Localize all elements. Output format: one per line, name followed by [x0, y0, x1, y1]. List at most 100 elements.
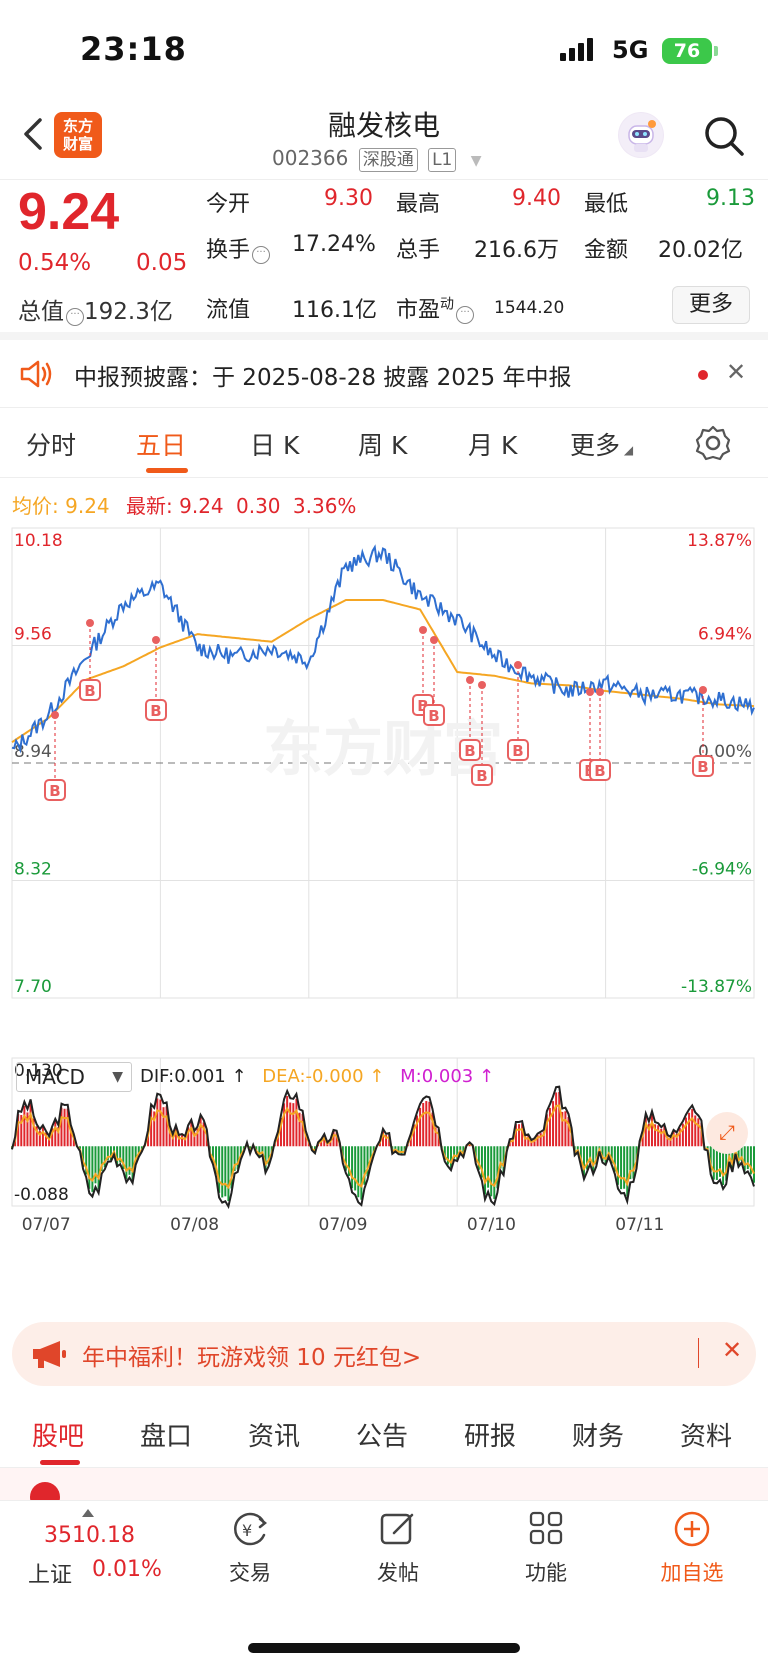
index-name[interactable]: 上证 [28, 1557, 72, 1589]
y-tick-left: 9.56 [14, 625, 52, 645]
quote-panel: 9.24 0.54% 0.05 总值 ··· 192.3亿 今开 9.30 最高 9… [0, 182, 768, 340]
tab-research[interactable]: 研报 [464, 1416, 516, 1453]
amount-value: 20.02亿 [658, 238, 743, 263]
close-icon[interactable]: ✕ [726, 358, 746, 386]
volume-value: 216.6万 [474, 238, 559, 263]
avg-value: 9.24 [65, 494, 110, 518]
tab-guba[interactable]: 股吧 [32, 1416, 84, 1453]
turnover-value: 17.24% [292, 232, 376, 257]
low-label: 最低 [584, 192, 629, 217]
tab-daily-k[interactable]: 日 K [250, 426, 299, 462]
market-cap-value: 192.3亿 [84, 299, 173, 325]
buy-marker-label: B [512, 742, 523, 760]
buy-marker-dot [596, 688, 604, 696]
y-tick-right: -13.87% [681, 977, 752, 997]
pe-label: 市盈 [396, 298, 441, 323]
trade-button[interactable]: ¥ 交易 [200, 1509, 300, 1587]
search-icon[interactable] [702, 114, 746, 158]
battery-tip [714, 46, 718, 56]
triangle-icon: ◢ [620, 443, 634, 457]
buy-marker-dot [51, 711, 59, 719]
info-icon[interactable]: ··· [252, 246, 271, 264]
high-label: 最高 [396, 192, 441, 217]
last-price: 9.24 [18, 183, 120, 241]
settings-gear-icon[interactable] [694, 424, 732, 462]
tab-announcements[interactable]: 公告 [356, 1416, 408, 1453]
buy-marker-label: B [150, 702, 161, 720]
tab-news[interactable]: 资讯 [248, 1416, 300, 1453]
y-tick-right: 13.87% [687, 531, 752, 551]
macd-tick-bottom: -0.088 [14, 1185, 69, 1205]
buy-marker-dot [430, 636, 438, 644]
index-value[interactable]: 3510.18 [44, 1523, 135, 1548]
open-label: 今开 [206, 192, 251, 217]
buy-marker-label: B [476, 767, 487, 785]
expand-icon[interactable]: ⤢ [706, 1112, 748, 1154]
up-triangle-icon [82, 1509, 94, 1517]
plus-circle-icon [674, 1511, 710, 1547]
assistant-robot-icon[interactable] [618, 112, 664, 158]
buy-marker-dot [478, 681, 486, 689]
buy-marker-dot [466, 676, 474, 684]
buy-marker-label: B [84, 682, 95, 700]
report-notice[interactable]: 中报预披露：于 2025-08-28 披露 2025 年中报 ✕ [0, 340, 768, 408]
amount-label: 金额 [584, 238, 629, 263]
y-tick-left: 7.70 [14, 977, 52, 997]
y-tick-right: -6.94% [692, 860, 752, 880]
info-icon[interactable]: ··· [66, 308, 84, 326]
chevron-down-icon: ▼ [470, 153, 482, 169]
notice-text: 中报预披露：于 2025-08-28 披露 2025 年中报 [74, 365, 572, 391]
market-cap: 总值 ··· 192.3亿 [18, 292, 173, 326]
speaker-icon [20, 360, 52, 388]
chart-period-tabs: 分时 五日 日 K 周 K 月 K 更多 ◢ [0, 410, 768, 478]
svg-text:¥: ¥ [242, 1521, 252, 1540]
megaphone-icon [33, 1341, 66, 1368]
index-pct[interactable]: 0.01% [92, 1557, 162, 1582]
y-tick-left: 8.32 [14, 860, 52, 880]
post-button[interactable]: 发帖 [348, 1509, 448, 1587]
avg-latest-line: 均价: 9.24 最新: 9.24 0.30 3.36% [12, 490, 356, 519]
turnover-label: 换手 [206, 238, 251, 263]
more-button[interactable]: 更多 [672, 286, 750, 324]
float-label: 流值 [206, 298, 251, 323]
tab-weekly-k[interactable]: 周 K [358, 426, 407, 462]
info-icon[interactable]: ··· [456, 306, 475, 324]
tab-pankou[interactable]: 盘口 [140, 1416, 192, 1453]
pe-row: 市盈动 ··· [396, 292, 475, 324]
dropdown-triangle-icon: ▼ [112, 1069, 123, 1085]
functions-button[interactable]: 功能 [496, 1509, 596, 1587]
tab-finance[interactable]: 财务 [572, 1416, 624, 1453]
x-tick-date: 07/11 [615, 1215, 664, 1235]
tab-five-day[interactable]: 五日 [136, 426, 186, 462]
tab-more[interactable]: 更多 ◢ [570, 426, 633, 462]
price-chart-svg: 东方财富10.189.568.948.327.7013.87%6.94%0.00… [11, 527, 755, 1235]
y-tick-left: 8.94 [14, 742, 52, 762]
content-peek [0, 1468, 768, 1500]
stock-code: 002366 [272, 146, 349, 170]
bottom-toolbar: 3510.18 上证 0.01% ¥ 交易 发帖 功能 加自选 [0, 1500, 768, 1663]
buy-marker-dot [152, 636, 160, 644]
tab-monthly-k[interactable]: 月 K [468, 426, 517, 462]
five-day-chart[interactable]: 东方财富 10.18 9.56 8.94 8.32 7.70 13.87% 6.94% 0.00… [0, 520, 768, 1290]
buy-marker-dot [699, 686, 707, 694]
buy-marker-dot [419, 626, 427, 634]
macd-dea: DEA:-0.000 ↑ [262, 1066, 385, 1087]
latest-label: 最新: [126, 494, 173, 518]
battery-icon: 76 [662, 38, 712, 64]
status-bar: 23:18 5G 76 [0, 0, 768, 100]
stock-header: 东方 财富 融发核电 002366 深股通 L1 ▼ [0, 100, 768, 180]
close-icon[interactable]: ✕ [722, 1336, 742, 1364]
promo-banner[interactable]: 年中福利！玩游戏领 10 元红包> ✕ [12, 1322, 756, 1386]
add-watchlist-button[interactable]: 加自选 [642, 1509, 742, 1587]
macd-m: M:0.003 ↑ [400, 1066, 495, 1087]
buy-marker-dot [86, 619, 94, 627]
tab-profile[interactable]: 资料 [680, 1416, 732, 1453]
tab-intraday[interactable]: 分时 [26, 426, 76, 462]
pe-value: 1544.20 [494, 298, 565, 318]
tag-level: L1 [428, 148, 457, 172]
macd-selector[interactable]: MACD ▼ [16, 1062, 132, 1092]
post-badge [30, 1482, 60, 1500]
promo-text: 年中福利！玩游戏领 10 元红包> [82, 1345, 422, 1371]
turnover-row: 换手 ··· [206, 232, 271, 264]
stock-code-row[interactable]: 002366 深股通 L1 ▼ [272, 146, 482, 172]
